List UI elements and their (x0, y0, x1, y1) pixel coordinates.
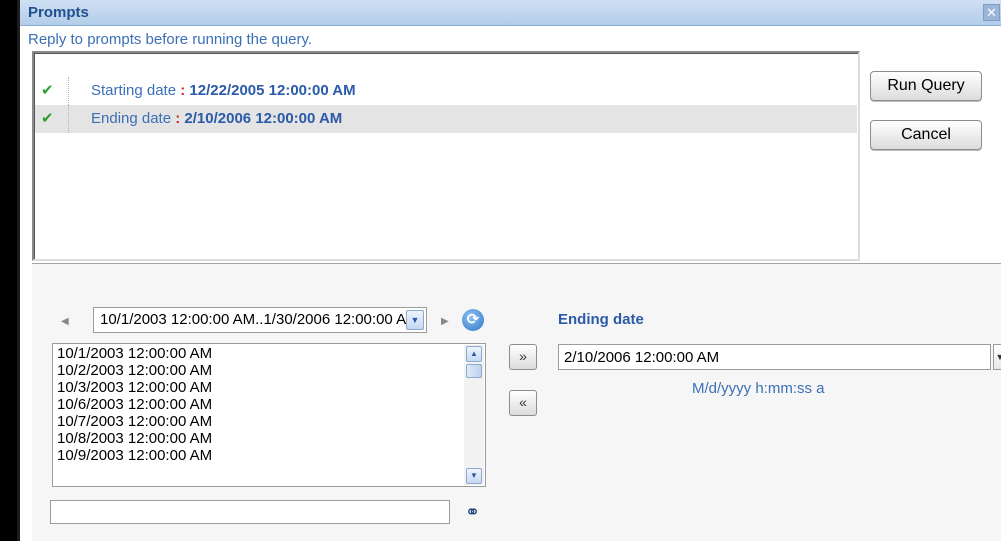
list-item[interactable]: 10/2/2003 12:00:00 AM (57, 362, 212, 379)
check-icon: ✔ (41, 110, 54, 127)
scroll-down-icon[interactable]: ▼ (466, 468, 482, 484)
prompt-editor-panel: ◀ 10/1/2003 12:00:00 AM..1/30/2006 12:00… (32, 263, 1001, 541)
next-range-icon[interactable]: ▶ (441, 316, 449, 327)
chevron-down-icon[interactable]: ▼ (406, 310, 424, 330)
list-item[interactable]: 10/6/2003 12:00:00 AM (57, 396, 212, 413)
prompt-value: 2/10/2006 12:00:00 AM (184, 110, 343, 127)
prompts-dialog: Prompts ✕ Reply to prompts before runnin… (17, 0, 1001, 541)
prompt-value: 12/22/2005 12:00:00 AM (189, 82, 356, 99)
ending-date-input[interactable]: 2/10/2006 12:00:00 AM (558, 344, 991, 370)
values-list[interactable]: 10/1/2003 12:00:00 AM 10/2/2003 12:00:00… (52, 343, 486, 487)
prompt-separator: : (171, 110, 185, 127)
scroll-up-icon[interactable]: ▲ (466, 346, 482, 362)
dialog-title: Prompts (28, 4, 89, 21)
prompt-list: ✔ Starting date : 12/22/2005 12:00:00 AM… (32, 51, 860, 261)
range-select[interactable]: 10/1/2003 12:00:00 AM..1/30/2006 12:00:0… (93, 307, 427, 333)
values-scrollbar[interactable]: ▲ ▼ (464, 345, 484, 485)
scroll-thumb[interactable] (466, 364, 482, 378)
list-item[interactable]: 10/9/2003 12:00:00 AM (57, 447, 212, 464)
check-icon: ✔ (41, 82, 54, 99)
title-bar: Prompts ✕ (20, 0, 1001, 26)
prompt-label-line: Starting date : 12/22/2005 12:00:00 AM (91, 82, 356, 99)
remove-value-button[interactable]: « (509, 390, 537, 416)
prompt-label: Starting date (91, 82, 177, 99)
prompt-label: Ending date (91, 110, 172, 127)
binoculars-icon[interactable]: ⚭ (465, 502, 480, 523)
editor-label: Ending date (558, 311, 644, 328)
list-item[interactable]: 10/7/2003 12:00:00 AM (57, 413, 212, 430)
format-hint: M/d/yyyy h:mm:ss a (692, 380, 825, 397)
range-select-value: 10/1/2003 12:00:00 AM..1/30/2006 12:00:0… (100, 311, 419, 328)
prompt-row-ending-date[interactable]: ✔ Ending date : 2/10/2006 12:00:00 AM (35, 105, 857, 133)
close-icon[interactable]: ✕ (983, 4, 1000, 21)
run-query-button[interactable]: Run Query (870, 71, 982, 101)
cancel-button[interactable]: Cancel (870, 120, 982, 150)
previous-range-icon[interactable]: ◀ (61, 316, 69, 327)
refresh-icon[interactable]: ⟳ (462, 309, 484, 331)
list-item[interactable]: 10/1/2003 12:00:00 AM (57, 345, 212, 362)
chevron-down-icon[interactable]: ▼ (993, 344, 1001, 370)
row-divider (68, 77, 69, 105)
row-divider (68, 105, 69, 133)
instruction-text: Reply to prompts before running the quer… (28, 31, 313, 48)
prompt-row-starting-date[interactable]: ✔ Starting date : 12/22/2005 12:00:00 AM (35, 77, 857, 105)
prompt-label-line: Ending date : 2/10/2006 12:00:00 AM (91, 110, 342, 127)
list-item[interactable]: 10/3/2003 12:00:00 AM (57, 379, 212, 396)
search-input[interactable] (50, 500, 450, 524)
add-value-button[interactable]: » (509, 344, 537, 370)
list-item[interactable]: 10/8/2003 12:00:00 AM (57, 430, 212, 447)
prompt-separator: : (176, 82, 190, 99)
